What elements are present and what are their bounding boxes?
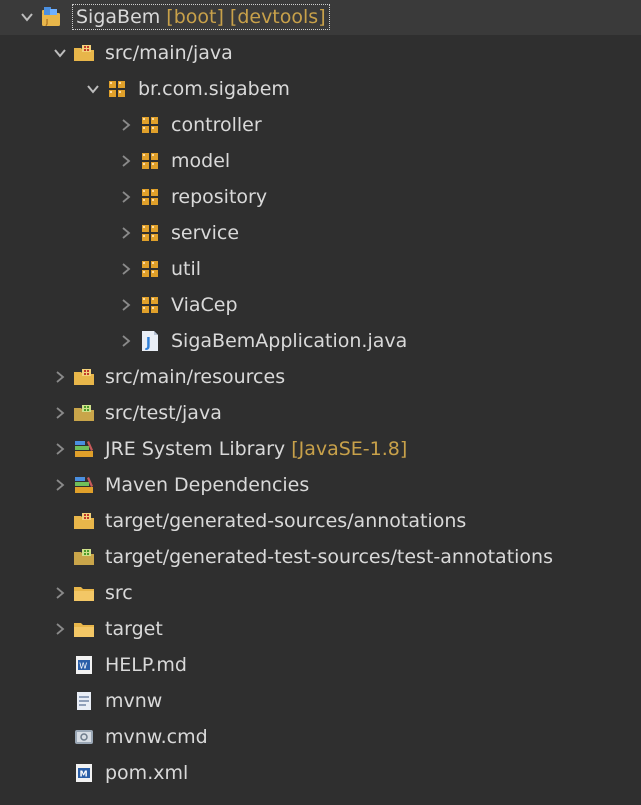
- java-file-icon: J: [139, 330, 161, 352]
- package-icon: [139, 258, 161, 280]
- tree-item-label: src/main/resources: [105, 366, 286, 388]
- tree-item-jre-system-library[interactable]: JRE System Library [JavaSE-1.8]: [0, 431, 641, 467]
- tree-item-label: mvnw: [105, 690, 163, 712]
- tree-item-maven-dependencies[interactable]: Maven Dependencies: [0, 467, 641, 503]
- tree-item-src-main-resources[interactable]: src/main/resources: [0, 359, 641, 395]
- tree-item-util[interactable]: util: [0, 251, 641, 287]
- tree-item-label: target: [105, 618, 163, 640]
- tree-item-label: SigaBemApplication.java: [171, 330, 408, 352]
- svg-text:J: J: [145, 336, 151, 351]
- tree-item-controller[interactable]: controller: [0, 107, 641, 143]
- tree-item-label: SigaBem: [76, 6, 161, 28]
- tree-item-help-md[interactable]: W HELP.md: [0, 647, 641, 683]
- tree-item-label: ViaCep: [171, 294, 238, 316]
- source-folder-icon: [73, 366, 95, 388]
- tree-item-target-generated-sources-annotations[interactable]: target/generated-sources/annotations: [0, 503, 641, 539]
- no-expander: [53, 655, 67, 675]
- tree-item-decoration: [JavaSE-1.8]: [291, 438, 408, 460]
- chevron-right-icon[interactable]: [119, 295, 133, 315]
- tree-item-model[interactable]: model: [0, 143, 641, 179]
- tree-item-label: pom.xml: [105, 762, 189, 784]
- tree-item-label: repository: [171, 186, 268, 208]
- tree-item-src[interactable]: src: [0, 575, 641, 611]
- tree-item-mvnw[interactable]: mvnw: [0, 683, 641, 719]
- package-icon: [139, 222, 161, 244]
- library-icon: [73, 438, 95, 460]
- tree-item-src-test-java[interactable]: src/test/java: [0, 395, 641, 431]
- source-folder-icon: [73, 42, 95, 64]
- tree-item-br-com-sigabem[interactable]: br.com.sigabem: [0, 71, 641, 107]
- tree-item-label: src/main/java: [105, 42, 233, 64]
- chevron-down-icon[interactable]: [53, 43, 67, 63]
- no-expander: [53, 763, 67, 783]
- tree-item-label: controller: [171, 114, 262, 136]
- chevron-right-icon[interactable]: [53, 475, 67, 495]
- tree-item-label: mvnw.cmd: [105, 726, 208, 748]
- tree-item-mvnw-cmd[interactable]: mvnw.cmd: [0, 719, 641, 755]
- tree-item-viacep[interactable]: ViaCep: [0, 287, 641, 323]
- tree-item-label: src/test/java: [105, 402, 222, 424]
- project-icon: J: [40, 6, 62, 28]
- tree-item-repository[interactable]: repository: [0, 179, 641, 215]
- chevron-right-icon[interactable]: [53, 403, 67, 423]
- tree-item-label: target/generated-test-sources/test-annot…: [105, 546, 553, 568]
- tree-item-decoration: [boot] [devtools]: [166, 6, 326, 28]
- tree-item-sigabem[interactable]: J SigaBem [boot] [devtools]: [0, 0, 641, 35]
- markdown-file-icon: W: [73, 654, 95, 676]
- no-expander: [53, 547, 67, 567]
- folder-icon: [73, 582, 95, 604]
- tree-item-label: util: [171, 258, 202, 280]
- tree-item-target[interactable]: target: [0, 611, 641, 647]
- svg-text:J: J: [45, 18, 48, 26]
- chevron-right-icon[interactable]: [119, 223, 133, 243]
- tree-item-label: HELP.md: [105, 654, 187, 676]
- chevron-right-icon[interactable]: [53, 583, 67, 603]
- chevron-right-icon[interactable]: [119, 115, 133, 135]
- chevron-right-icon[interactable]: [53, 439, 67, 459]
- chevron-right-icon[interactable]: [53, 367, 67, 387]
- folder-icon: [73, 618, 95, 640]
- focus-outline: SigaBem [boot] [devtools]: [72, 4, 330, 30]
- maven-pom-icon: M: [73, 762, 95, 784]
- tree-item-sigabemapplication-java[interactable]: J SigaBemApplication.java: [0, 323, 641, 359]
- chevron-down-icon[interactable]: [86, 79, 100, 99]
- package-icon: [139, 186, 161, 208]
- svg-text:M: M: [80, 770, 88, 779]
- tree-item-label: Maven Dependencies: [105, 474, 310, 496]
- chevron-right-icon[interactable]: [119, 151, 133, 171]
- tree-item-src-main-java[interactable]: src/main/java: [0, 35, 641, 71]
- no-expander: [53, 511, 67, 531]
- test-folder-icon: [73, 402, 95, 424]
- tree-item-label: model: [171, 150, 231, 172]
- package-icon: [106, 78, 128, 100]
- no-expander: [53, 691, 67, 711]
- project-explorer-tree: J SigaBem [boot] [devtools] src/main/java br…: [0, 0, 641, 805]
- svg-text:W: W: [79, 662, 87, 671]
- package-icon: [139, 294, 161, 316]
- test-folder-icon: [73, 546, 95, 568]
- package-icon: [139, 114, 161, 136]
- source-folder-icon: [73, 510, 95, 532]
- chevron-right-icon[interactable]: [119, 259, 133, 279]
- chevron-right-icon[interactable]: [119, 187, 133, 207]
- chevron-down-icon[interactable]: [20, 7, 34, 27]
- library-icon: [73, 474, 95, 496]
- tree-item-label: service: [171, 222, 240, 244]
- package-icon: [139, 150, 161, 172]
- chevron-right-icon[interactable]: [53, 619, 67, 639]
- tree-item-service[interactable]: service: [0, 215, 641, 251]
- no-expander: [53, 727, 67, 747]
- tree-item-label: src: [105, 582, 133, 604]
- tree-item-pom-xml[interactable]: Mpom.xml: [0, 755, 641, 791]
- cmd-file-icon: [73, 726, 95, 748]
- chevron-right-icon[interactable]: [119, 331, 133, 351]
- tree-item-target-generated-test-sources-test-annotations[interactable]: target/generated-test-sources/test-annot…: [0, 539, 641, 575]
- tree-item-label: br.com.sigabem: [138, 78, 290, 100]
- tree-item-label: target/generated-sources/annotations: [105, 510, 467, 532]
- tree-item-label: JRE System Library: [105, 438, 286, 460]
- text-file-icon: [73, 690, 95, 712]
